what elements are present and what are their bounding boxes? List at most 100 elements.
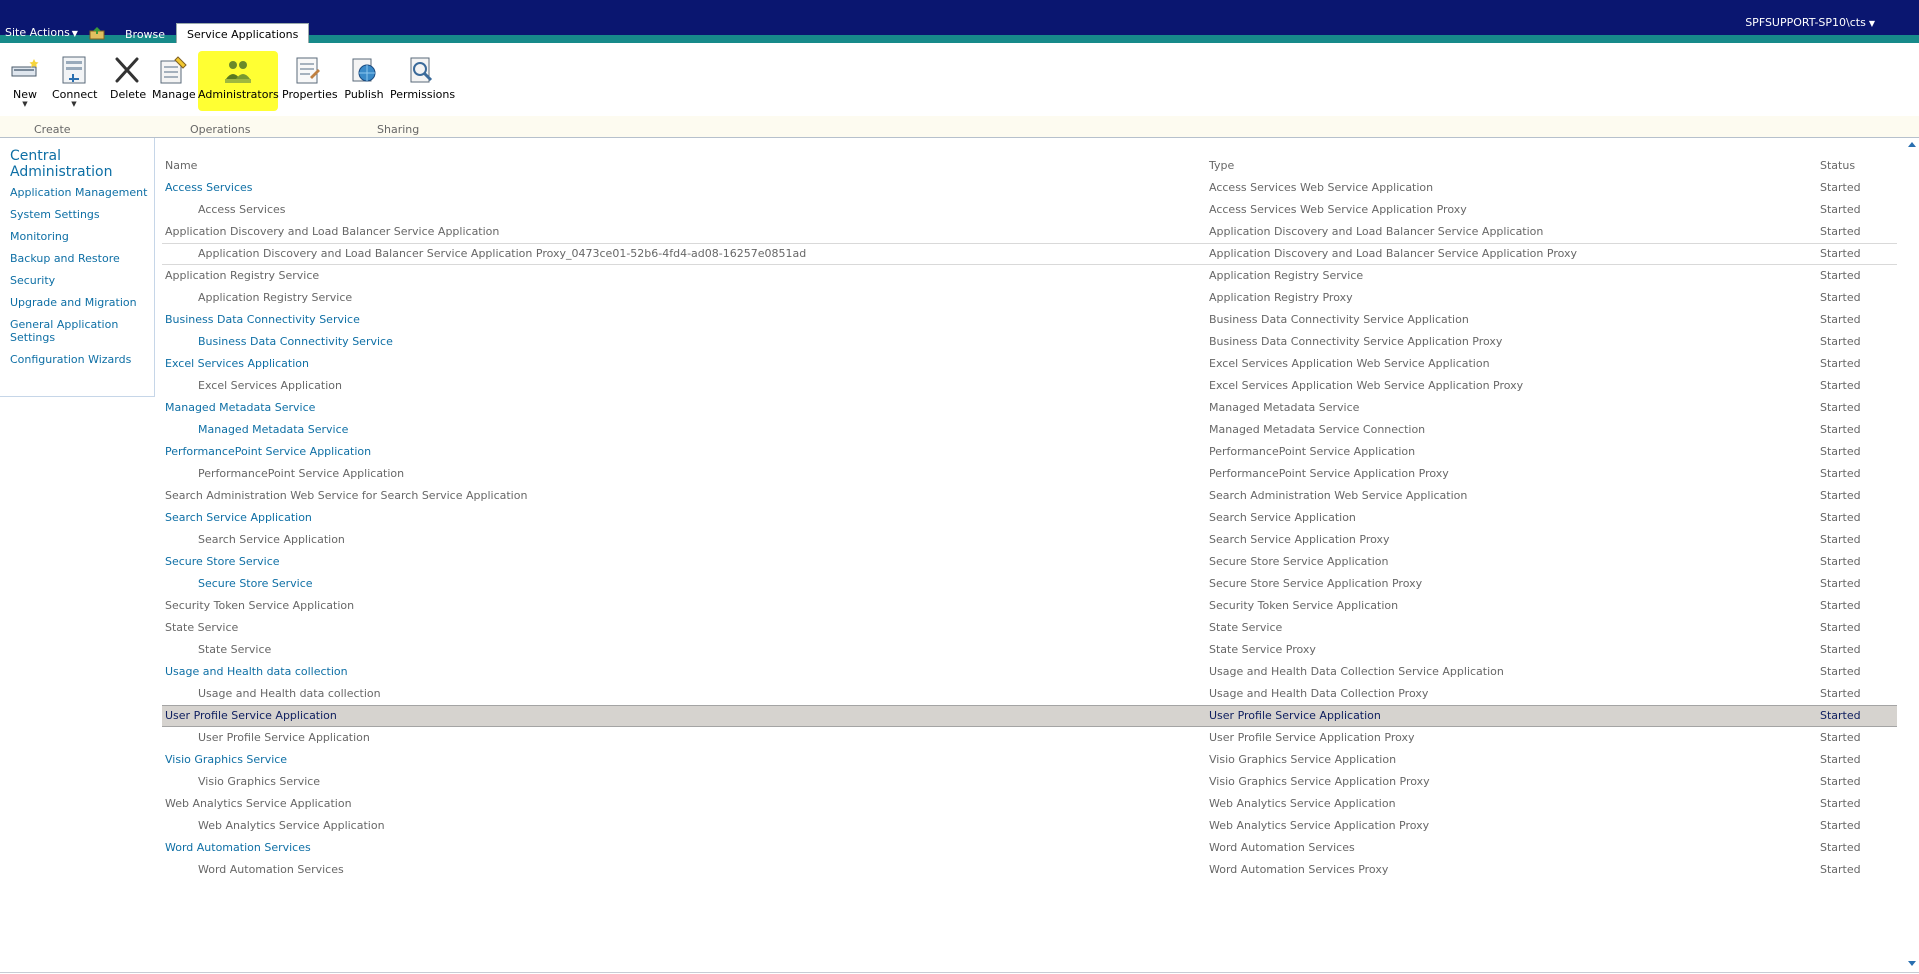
table-row[interactable]: Web Analytics Service Application Web Ana…: [162, 815, 1897, 837]
table-row[interactable]: Search Administration Web Service for Se…: [162, 485, 1897, 507]
permissions-button[interactable]: Permissions: [390, 55, 456, 101]
row-type: Excel Services Application Web Service A…: [1209, 379, 1524, 392]
row-status: Started: [1820, 291, 1861, 304]
table-row[interactable]: Access Services Access Services Web Servi…: [162, 177, 1897, 199]
row-name[interactable]: Access Services: [165, 177, 253, 199]
row-name[interactable]: Secure Store Service: [165, 551, 280, 573]
connect-icon: [62, 56, 86, 84]
column-header-name[interactable]: Name: [165, 155, 197, 177]
new-button[interactable]: New ▼: [10, 55, 40, 108]
table-row[interactable]: Security Token Service Application Securi…: [162, 595, 1897, 617]
nav-item-general-application-settings[interactable]: General Application Settings: [10, 318, 155, 344]
table-row[interactable]: Search Service Application Search Service…: [162, 507, 1897, 529]
row-name[interactable]: Visio Graphics Service: [165, 749, 287, 771]
column-header-status[interactable]: Status: [1820, 155, 1855, 177]
scroll-up-icon[interactable]: [1908, 142, 1916, 147]
row-type: Business Data Connectivity Service Appli…: [1209, 335, 1503, 348]
column-header-type[interactable]: Type: [1209, 155, 1234, 177]
table-row[interactable]: User Profile Service Application User Pro…: [162, 705, 1897, 727]
table-row[interactable]: Business Data Connectivity Service Busine…: [162, 331, 1897, 353]
nav-item-backup-and-restore[interactable]: Backup and Restore: [10, 252, 155, 265]
table-row[interactable]: Visio Graphics Service Visio Graphics Ser…: [162, 771, 1897, 793]
row-type: Managed Metadata Service Connection: [1209, 423, 1426, 436]
navigate-up-icon[interactable]: [89, 27, 105, 40]
row-name[interactable]: Search Service Application: [165, 507, 312, 529]
row-status: Started: [1820, 665, 1861, 678]
tab-browse[interactable]: Browse: [125, 28, 165, 41]
chevron-down-icon: ▼: [22, 100, 28, 108]
table-row[interactable]: Managed Metadata Service Managed Metadata…: [162, 397, 1897, 419]
nav-item-system-settings[interactable]: System Settings: [10, 208, 155, 221]
connect-button[interactable]: Connect ▼: [52, 55, 97, 108]
central-administration-link[interactable]: Central Administration: [10, 148, 140, 180]
row-status: Started: [1820, 819, 1861, 832]
tab-service-applications[interactable]: Service Applications: [176, 23, 310, 44]
table-row[interactable]: Visio Graphics Service Visio Graphics Ser…: [162, 749, 1897, 771]
table-row[interactable]: State Service State Service Started: [162, 617, 1897, 639]
publish-icon: [352, 58, 376, 82]
chevron-down-icon: ▼: [1868, 19, 1875, 28]
row-name[interactable]: Secure Store Service: [198, 573, 313, 595]
permissions-label: Permissions: [390, 88, 456, 101]
row-status: Started: [1820, 269, 1861, 282]
table-row[interactable]: Excel Services Application Excel Services…: [162, 375, 1897, 397]
row-name: Application Registry Service: [198, 291, 353, 304]
table-row[interactable]: Application Discovery and Load Balancer …: [162, 221, 1897, 243]
row-name[interactable]: PerformancePoint Service Application: [165, 441, 371, 463]
table-row[interactable]: PerformancePoint Service Application Perf…: [162, 441, 1897, 463]
group-label-operations: Operations: [190, 123, 251, 136]
top-bar: Site Actions ▼ Browse Service Application…: [0, 0, 1919, 44]
row-name[interactable]: Business Data Connectivity Service: [198, 331, 393, 353]
row-type: Web Analytics Service Application: [1209, 797, 1396, 810]
quick-launch: Application Management System Settings M…: [10, 186, 155, 375]
administrators-button[interactable]: Administrators: [198, 51, 279, 111]
row-status: Started: [1820, 489, 1861, 502]
table-row[interactable]: State Service State Service Proxy Started: [162, 639, 1897, 661]
table-row[interactable]: Application Discovery and Load Balancer …: [162, 243, 1897, 265]
scroll-down-icon[interactable]: [1908, 961, 1916, 966]
nav-item-configuration-wizards[interactable]: Configuration Wizards: [10, 353, 155, 366]
nav-item-security[interactable]: Security: [10, 274, 155, 287]
table-row[interactable]: Secure Store Service Secure Store Service…: [162, 573, 1897, 595]
row-name[interactable]: Usage and Health data collection: [165, 661, 348, 683]
row-status: Started: [1820, 313, 1861, 326]
table-row[interactable]: Word Automation Services Word Automation …: [162, 837, 1897, 859]
nav-item-application-management[interactable]: Application Management: [10, 186, 155, 199]
properties-button[interactable]: Properties: [282, 55, 338, 101]
row-status: Started: [1820, 445, 1861, 458]
row-status: Started: [1820, 379, 1861, 392]
user-name: SPFSUPPORT-SP10\cts: [1745, 16, 1866, 29]
row-name[interactable]: Word Automation Services: [165, 837, 311, 859]
nav-item-monitoring[interactable]: Monitoring: [10, 230, 155, 243]
table-row[interactable]: Excel Services Application Excel Services…: [162, 353, 1897, 375]
row-name[interactable]: Managed Metadata Service: [198, 419, 348, 441]
ribbon-group-bar: [0, 116, 1919, 137]
vertical-scrollbar[interactable]: [1905, 138, 1919, 974]
table-row[interactable]: Managed Metadata Service Managed Metadata…: [162, 419, 1897, 441]
table-row[interactable]: Web Analytics Service Application Web Ana…: [162, 793, 1897, 815]
publish-button[interactable]: Publish: [344, 55, 384, 101]
table-row[interactable]: Usage and Health data collection Usage an…: [162, 661, 1897, 683]
table-row[interactable]: Secure Store Service Secure Store Service…: [162, 551, 1897, 573]
table-row[interactable]: PerformancePoint Service Application Perf…: [162, 463, 1897, 485]
site-actions-menu[interactable]: Site Actions ▼: [5, 26, 78, 39]
row-name[interactable]: Business Data Connectivity Service: [165, 309, 360, 331]
table-row[interactable]: User Profile Service Application User Pro…: [162, 727, 1897, 749]
user-menu[interactable]: SPFSUPPORT-SP10\cts ▼: [1745, 16, 1875, 29]
nav-item-upgrade-and-migration[interactable]: Upgrade and Migration: [10, 296, 155, 309]
table-row[interactable]: Application Registry Service Application …: [162, 287, 1897, 309]
row-type: Application Registry Proxy: [1209, 291, 1353, 304]
row-status: Started: [1820, 247, 1861, 260]
manage-button[interactable]: Manage: [152, 55, 196, 101]
row-name: Application Discovery and Load Balancer …: [165, 225, 500, 238]
table-row[interactable]: Access Services Access Services Web Servi…: [162, 199, 1897, 221]
delete-button[interactable]: Delete: [110, 55, 146, 101]
table-row[interactable]: Search Service Application Search Service…: [162, 529, 1897, 551]
chevron-down-icon: ▼: [71, 29, 78, 38]
table-row[interactable]: Usage and Health data collection Usage an…: [162, 683, 1897, 705]
table-row[interactable]: Application Registry Service Application …: [162, 265, 1897, 287]
table-row[interactable]: Word Automation Services Word Automation …: [162, 859, 1897, 881]
row-name[interactable]: Managed Metadata Service: [165, 397, 315, 419]
table-row[interactable]: Business Data Connectivity Service Busine…: [162, 309, 1897, 331]
row-name[interactable]: Excel Services Application: [165, 353, 309, 375]
